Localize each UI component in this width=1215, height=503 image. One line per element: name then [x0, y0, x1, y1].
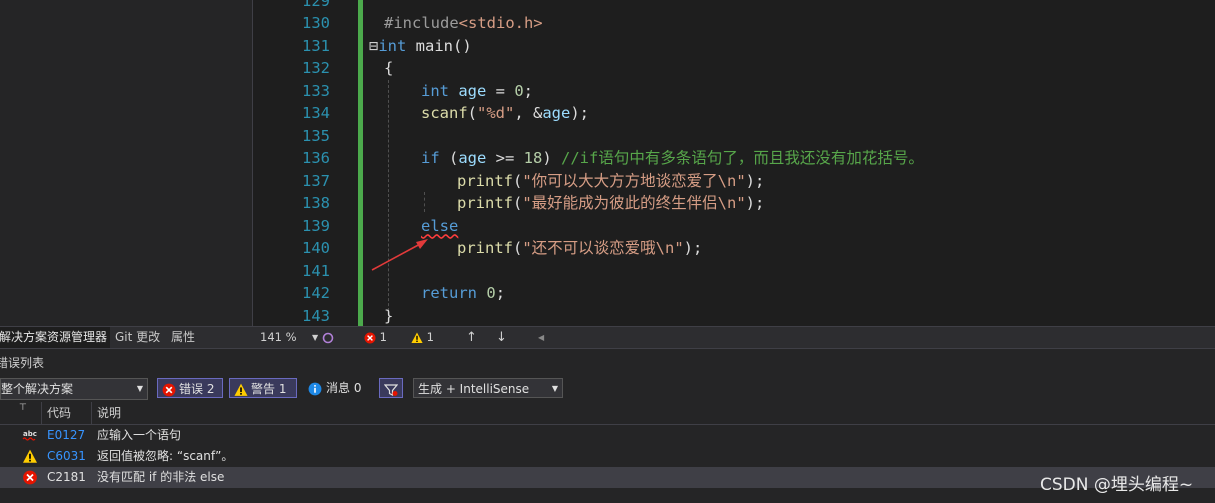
csdn-watermark: CSDN @埋头编程~ [1040, 475, 1194, 495]
error-description: 应输入一个语句 [97, 428, 182, 442]
error-code-link[interactable]: C6031 [47, 446, 86, 467]
build-filter-value: 生成 + IntelliSense [418, 382, 530, 396]
error-description: 没有匹配 if 的非法 else [97, 470, 225, 484]
error-count: 1 [379, 330, 387, 344]
filter-icon [383, 383, 399, 396]
chevron-down-icon: ▼ [551, 384, 558, 393]
filter-button[interactable] [379, 378, 403, 398]
arrow-down-icon[interactable]: ↓ [496, 327, 507, 348]
error-code-link[interactable]: C2181 [47, 467, 86, 488]
arrow-to-else [371, 239, 428, 271]
errors-filter-button[interactable]: 错误 2 [157, 378, 223, 398]
warning-count-indicator[interactable]: 1 [411, 327, 434, 348]
zoom-dropdown[interactable]: 141 % ▼ [260, 327, 320, 348]
info-icon [308, 382, 322, 395]
errors-chip-label: 错误 2 [179, 382, 215, 396]
error-row[interactable]: C6031 返回值被忽略: “scanf”。 [0, 446, 1215, 467]
error-list-header: ⊤ 代码 说明 [0, 402, 1215, 425]
error-count-indicator[interactable]: 1 [364, 327, 387, 348]
warning-icon [23, 449, 37, 463]
svg-text:abc: abc [23, 430, 37, 438]
error-row-selected[interactable]: C2181 没有匹配 if 的非法 else [0, 467, 1215, 488]
scope-dropdown[interactable]: 整个解决方案 ▼ [0, 378, 148, 400]
error-list-title: 错误列表 [0, 356, 45, 370]
build-filter-dropdown[interactable]: 生成 + IntelliSense ▼ [413, 378, 563, 398]
warning-count: 1 [426, 330, 434, 344]
error-description: 返回值被忽略: “scanf”。 [97, 449, 234, 463]
scroll-left-icon[interactable]: ◀ [538, 327, 544, 348]
warnings-filter-button[interactable]: 警告 1 [229, 378, 297, 398]
warnings-chip-label: 警告 1 [251, 382, 287, 396]
intellisense-abc-icon: abc [22, 430, 37, 441]
error-icon [162, 383, 176, 396]
editor-status-bar: 141 % ▼ 1 1 ↑ ↓ ◀ [256, 326, 1215, 349]
sort-icon[interactable]: ⊤ [14, 402, 41, 424]
intellicode-icon[interactable] [322, 327, 334, 348]
chevron-down-icon: ▼ [312, 333, 319, 342]
error-icon [364, 332, 376, 343]
arrow-up-icon[interactable]: ↑ [466, 327, 477, 348]
warning-icon [234, 383, 248, 396]
column-code[interactable]: 代码 [41, 402, 92, 424]
error-code-link[interactable]: E0127 [47, 425, 85, 446]
messages-filter-button[interactable]: 消息 0 [308, 378, 361, 398]
warning-icon [411, 332, 423, 343]
error-row[interactable]: abc E0127 应输入一个语句 [0, 425, 1215, 446]
messages-chip-label: 消息 0 [326, 381, 362, 395]
scope-value: 整个解决方案 [1, 382, 74, 396]
chevron-down-icon: ▼ [136, 384, 143, 393]
zoom-level: 141 % [260, 330, 297, 344]
column-description[interactable]: 说明 [91, 402, 1197, 424]
error-icon [23, 470, 37, 485]
